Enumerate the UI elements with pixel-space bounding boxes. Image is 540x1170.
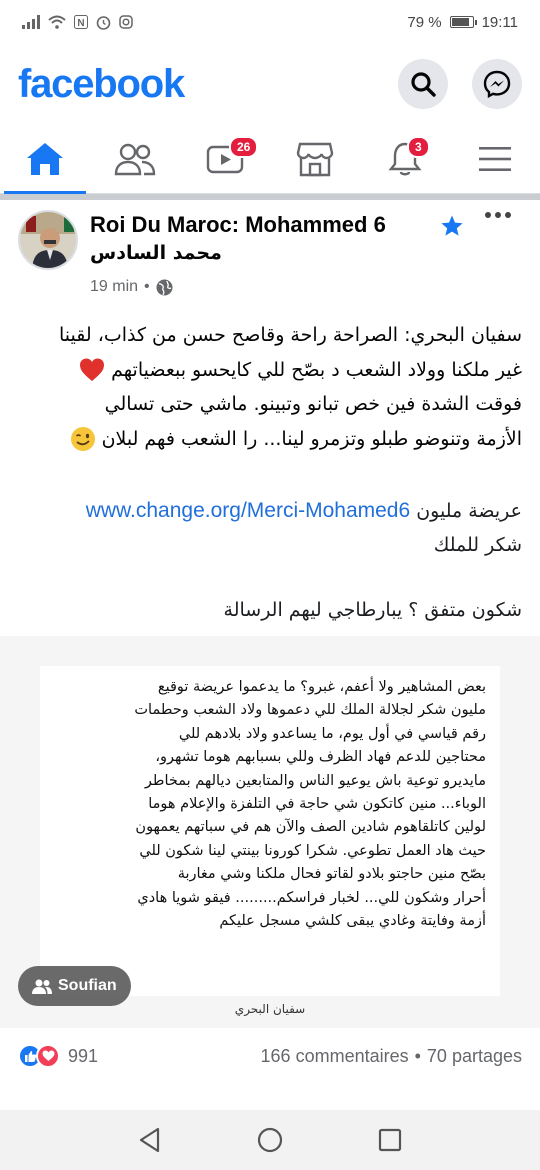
- post-text-line: غير ملكنا وولاد الشعب د بصّح للي كايحسو …: [14, 353, 522, 388]
- battery-icon: [449, 16, 477, 28]
- avatar-image: [20, 212, 76, 268]
- wifi-icon: [48, 15, 66, 29]
- watch-badge: 26: [229, 136, 259, 158]
- quoted-text-line: رقم قياسي في أول يوم، ما يساعدو ولاد بلا…: [178, 725, 486, 742]
- tab-menu[interactable]: [450, 124, 540, 193]
- search-icon: [411, 72, 436, 97]
- engagement-counts: 166 commentaires • 70 partages: [261, 1046, 522, 1067]
- quoted-text-line: الوباء... منين كاتكون شي حاجة في التلفزة…: [148, 796, 486, 813]
- question-text: شكون متفق ؟ يبارطاجي ليهم الرسالة: [223, 599, 522, 621]
- winking-face-emoji-icon: [70, 427, 95, 451]
- app-header: facebook: [0, 44, 540, 124]
- tagged-user-pill[interactable]: Soufian: [18, 966, 131, 1006]
- tab-marketplace[interactable]: [270, 124, 360, 193]
- quoted-text-line: مايديرو توعية باش يوعيو الناس والمتابعين…: [144, 772, 486, 789]
- battery-percent: 79 %: [407, 13, 442, 31]
- post-meta: 19 min •: [90, 278, 173, 296]
- facebook-logo[interactable]: facebook: [18, 62, 185, 107]
- home-circle-icon[interactable]: [257, 1127, 283, 1153]
- post-time[interactable]: 19 min: [90, 278, 138, 296]
- recents-icon[interactable]: [378, 1128, 402, 1152]
- header-buttons: [398, 59, 522, 109]
- red-heart-emoji-icon: [80, 358, 105, 381]
- petition-line: عريضة مليون www.change.org/Merci-Mohamed…: [14, 494, 522, 528]
- quoted-text-line: لولين كاتلقاهوم شادين الصف والآن هم في س…: [135, 819, 486, 836]
- menu-icon: [479, 146, 511, 171]
- avatar[interactable]: [18, 210, 78, 270]
- notifications-badge: 3: [407, 136, 430, 158]
- petition-suffix: شكر للملك: [433, 534, 522, 556]
- quoted-text-line: حيث هاد العمل تطوعي. شكرا كورونا بينتي ل…: [139, 842, 486, 859]
- tab-bar: 26 3: [0, 124, 540, 194]
- petition-link[interactable]: www.change.org/Merci-Mohamed6: [86, 499, 410, 522]
- petition-text: عريضة مليون www.change.org/Merci-Mohamed…: [14, 494, 522, 562]
- post-text-line: الأزمة وتنوضو طبلو وتزمرو لينا... را الش…: [14, 422, 522, 457]
- counts-dot: •: [414, 1045, 421, 1066]
- messenger-button[interactable]: [472, 59, 522, 109]
- nfc-icon: N: [74, 15, 88, 29]
- signal-icon: [22, 15, 40, 29]
- back-icon[interactable]: [138, 1127, 162, 1153]
- meta-dot: •: [144, 278, 150, 295]
- system-nav-bar: [0, 1110, 540, 1170]
- svg-text:N: N: [77, 18, 84, 29]
- people-icon: [32, 979, 52, 994]
- home-icon: [27, 142, 63, 175]
- battery-fill: [451, 18, 469, 26]
- shares-count[interactable]: 70 partages: [427, 1046, 522, 1067]
- status-bar: N 79 % 19:11: [0, 0, 540, 44]
- author-arabic-name[interactable]: محمد السادس: [90, 242, 222, 264]
- messenger-icon: [483, 70, 511, 98]
- friends-icon: [114, 143, 156, 175]
- tab-friends[interactable]: [90, 124, 180, 193]
- reactions-bar: 991 166 commentaires • 70 partages: [0, 1030, 540, 1082]
- love-reaction-icon: [36, 1044, 60, 1068]
- tab-notifications[interactable]: 3: [360, 124, 450, 193]
- petition-prefix: عريضة مليون: [416, 500, 522, 522]
- quoted-text-line: أحرار وشكون للي... لخبار فراسكم.........…: [137, 889, 486, 906]
- reaction-icons[interactable]: 991: [18, 1044, 98, 1068]
- quoted-text-card: بعض المشاهير ولا أعفم، غبرو؟ ما يدعموا ع…: [40, 666, 500, 996]
- status-icons: N: [22, 15, 133, 30]
- alarm-icon: [96, 15, 111, 30]
- author-name[interactable]: Roi Du Maroc: Mohammed 6: [90, 212, 386, 238]
- more-options-icon[interactable]: [484, 210, 512, 220]
- comments-count[interactable]: 166 commentaires: [261, 1046, 409, 1067]
- quoted-text-line: محتاجين للدعم فهاد الظرف وللي بسبابهم هو…: [155, 749, 486, 766]
- post-text-line: سفيان البحري: الصراحة راحة وقاصح حسن من …: [59, 324, 522, 346]
- tab-watch[interactable]: 26: [180, 124, 270, 193]
- post-header: Roi Du Maroc: Mohammed 6 محمد السادس 19 …: [0, 200, 540, 306]
- status-right: 79 % 19:11: [407, 14, 518, 31]
- tab-home[interactable]: [0, 124, 90, 194]
- instagram-icon: [119, 15, 133, 29]
- quoted-text-line: مليون شكر لجلالة الملك للي دعموها ولاد ا…: [134, 702, 486, 719]
- store-icon: [296, 142, 334, 176]
- post-image[interactable]: بعض المشاهير ولا أعفم، غبرو؟ ما يدعموا ع…: [0, 636, 540, 1028]
- quoted-text-line: بعض المشاهير ولا أعفم، غبرو؟ ما يدعموا ع…: [157, 679, 486, 695]
- quoted-text-line: أزمة وفايتة وغادي يبقى كلشي مسجل عليكم: [219, 913, 486, 930]
- favorite-star-icon[interactable]: [440, 214, 464, 238]
- post-text-line: فوقت الشدة فين خص تبانو وتبينو. ماشي حتى…: [104, 393, 522, 415]
- search-button[interactable]: [398, 59, 448, 109]
- globe-icon: [156, 279, 173, 295]
- post-text: سفيان البحري: الصراحة راحة وقاصح حسن من …: [14, 318, 522, 456]
- tag-label: Soufian: [58, 977, 117, 994]
- reaction-count[interactable]: 991: [68, 1046, 98, 1067]
- quoted-text-line: بصّح منين حاجتو بلادو لقاتو فحال ملكنا و…: [177, 866, 486, 883]
- clock: 19:11: [481, 13, 518, 31]
